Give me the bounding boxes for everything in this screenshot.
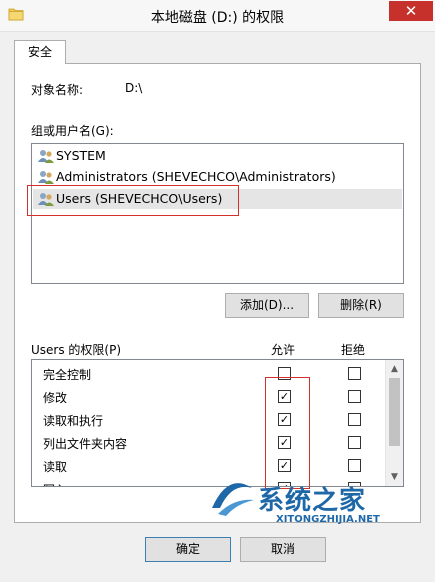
deny-column-header: 拒绝 [341,343,366,357]
permission-row: 完全控制 [32,362,384,385]
watermark-url: XITONGZHIJIA.NET [276,514,380,525]
watermark-brand: 系统之家 [258,486,367,516]
remove-button[interactable]: 删除(R) [318,293,404,318]
add-button[interactable]: 添加(D)... [225,293,309,318]
group-user-label-text: 组或用户名(G): [31,124,114,138]
permissions-label: Users 的权限(P) [31,343,122,357]
permission-name: 完全控制 [43,368,92,382]
permission-name: 修改 [43,391,68,405]
users-group-icon [38,193,54,206]
object-name-label: 对象名称: [31,83,84,97]
allow-checkbox[interactable] [278,367,291,380]
user-list[interactable]: SYSTEM Administrators (SHEVECHCO\Adminis… [31,143,404,284]
close-button[interactable]: ✕ [389,1,433,21]
window-title: 本地磁盘 (D:) 的权限 [150,10,285,26]
permission-name: 读取和执行 [43,414,104,428]
allow-checkbox[interactable]: ✓ [278,413,291,426]
scroll-up-icon[interactable]: ▲ [386,361,403,377]
permission-name: 写入 [43,481,67,486]
list-item-administrators[interactable]: Administrators (SHEVECHCO\Administrators… [33,167,402,187]
deny-checkbox[interactable] [348,367,361,380]
deny-checkbox[interactable] [348,459,361,472]
allow-column-header: 允许 [271,343,296,357]
permission-row: 修改 ✓ [32,385,384,408]
logo-icon [212,483,254,516]
permission-row: 列出文件夹内容 ✓ [32,431,384,454]
ok-button[interactable]: 确定 [145,537,231,562]
title-bar: 本地磁盘 (D:) 的权限 ✕ [0,0,435,32]
users-group-icon [38,150,54,163]
security-panel: 对象名称: D:\ 组或用户名(G): SYSTEM Administrator… [14,63,421,523]
deny-checkbox[interactable] [348,436,361,449]
close-icon: ✕ [404,2,418,20]
deny-checkbox[interactable] [348,413,361,426]
user-label: SYSTEM [56,148,106,163]
group-user-label: 组或用户名(G): [31,122,114,139]
permission-row: 读取 ✓ [32,454,384,477]
allow-checkbox[interactable]: ✓ [278,390,291,403]
user-label: Administrators (SHEVECHCO\Administrators… [56,169,336,184]
user-label: Users (SHEVECHCO\Users) [56,191,223,206]
permission-row: 读取和执行 ✓ [32,408,384,431]
watermark: 系统之家 XITONGZHIJIA.NET [208,478,430,538]
cancel-button[interactable]: 取消 [240,537,326,562]
allow-checkbox[interactable]: ✓ [278,459,291,472]
permissions-scrollbar[interactable]: ▲ ▼ [385,360,403,486]
users-group-icon [38,171,54,184]
deny-checkbox[interactable] [348,390,361,403]
permission-name: 读取 [43,460,68,474]
tab-security[interactable]: 安全 [14,40,66,64]
list-item-users[interactable]: Users (SHEVECHCO\Users) [33,189,402,209]
list-item-system[interactable]: SYSTEM [33,146,402,166]
permission-name: 列出文件夹内容 [43,437,128,451]
scroll-thumb[interactable] [389,378,400,446]
allow-checkbox[interactable]: ✓ [278,436,291,449]
permissions-list[interactable]: 完全控制 修改 ✓ 读取和执行 ✓ 列出文件夹内容 ✓ 读取 ✓ 写入 ✓ [31,359,404,487]
object-name-value: D:\ [125,81,143,95]
